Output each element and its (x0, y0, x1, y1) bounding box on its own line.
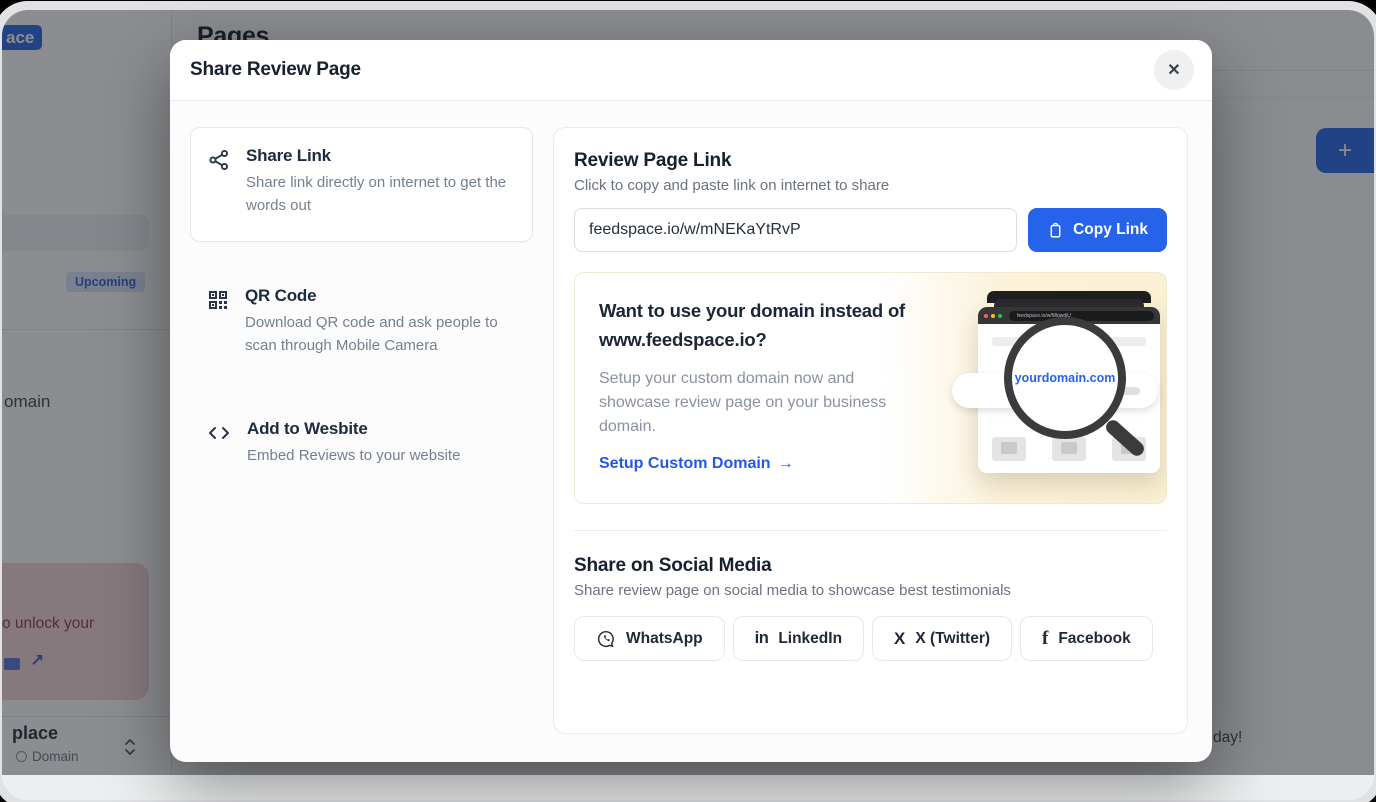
arrow-right-icon: → (778, 455, 794, 473)
setup-custom-domain-label: Setup Custom Domain (599, 455, 771, 473)
setup-custom-domain-link[interactable]: Setup Custom Domain → (599, 455, 794, 473)
modal-title: Share Review Page (190, 59, 361, 81)
share-linkedin-button[interactable]: in LinkedIn (733, 616, 864, 661)
code-icon (206, 419, 232, 468)
share-x-twitter-button[interactable]: X X (Twitter) (872, 616, 1012, 661)
x-twitter-icon: X (894, 629, 905, 649)
yourdomain-label: yourdomain.com (1015, 371, 1116, 385)
share-options-list: Share Link Share link directly on intern… (190, 127, 533, 734)
option-description: Download QR code and ask people to scan … (245, 312, 517, 357)
close-button[interactable]: ✕ (1154, 50, 1194, 90)
option-title: Share Link (246, 146, 516, 166)
magnifier-icon: yourdomain.com (1004, 317, 1126, 439)
option-qr-code[interactable]: QR Code Download QR code and ask people … (190, 268, 533, 375)
social-button-label: X (Twitter) (915, 630, 990, 648)
modal-body: Share Link Share link directly on intern… (170, 101, 1212, 762)
social-button-label: Facebook (1058, 630, 1130, 648)
bottom-bar (2, 775, 1374, 800)
share-link-panel: Review Page Link Click to copy and paste… (553, 127, 1188, 734)
facebook-icon: f (1042, 628, 1048, 650)
option-description: Embed Reviews to your website (247, 445, 460, 468)
option-add-to-website[interactable]: Add to Wesbite Embed Reviews to your web… (190, 401, 533, 486)
screen: ace Upcoming omain o unlock your ↗ place… (0, 0, 1376, 802)
section-divider (574, 530, 1167, 531)
review-page-link-heading: Review Page Link (574, 150, 1167, 172)
review-page-link-subheading: Click to copy and paste link on internet… (574, 177, 1167, 194)
traffic-yellow-dot (991, 314, 995, 318)
custom-domain-title: Want to use your domain instead of www.f… (599, 297, 919, 354)
share-nodes-icon (207, 146, 231, 217)
clipboard-icon (1047, 222, 1064, 239)
custom-domain-illustration: feedspace.io/w/MlqwdjU (950, 273, 1166, 503)
copy-link-label: Copy Link (1073, 221, 1148, 239)
link-row: Copy Link (574, 208, 1167, 252)
custom-domain-text: Want to use your domain instead of www.f… (575, 273, 950, 503)
option-share-link[interactable]: Share Link Share link directly on intern… (190, 127, 533, 242)
social-button-label: WhatsApp (626, 630, 703, 648)
option-description: Share link directly on internet to get t… (246, 172, 516, 217)
share-review-page-modal: Share Review Page ✕ Share Link Share lin… (170, 40, 1212, 762)
custom-domain-card: Want to use your domain instead of www.f… (574, 272, 1167, 504)
social-heading: Share on Social Media (574, 555, 1167, 577)
custom-domain-description: Setup your custom domain now and showcas… (599, 367, 909, 439)
image-placeholder (1052, 437, 1086, 461)
image-placeholder (992, 437, 1026, 461)
whatsapp-icon (596, 629, 616, 649)
copy-link-button[interactable]: Copy Link (1028, 208, 1167, 252)
share-whatsapp-button[interactable]: WhatsApp (574, 616, 725, 661)
social-button-label: LinkedIn (778, 630, 842, 648)
review-link-input[interactable] (574, 208, 1017, 252)
social-subheading: Share review page on social media to sho… (574, 582, 1167, 599)
option-title: Add to Wesbite (247, 419, 460, 439)
share-facebook-button[interactable]: f Facebook (1020, 616, 1153, 661)
linkedin-icon: in (755, 629, 769, 648)
modal-header: Share Review Page ✕ (170, 40, 1212, 101)
social-buttons-row: WhatsApp in LinkedIn X X (Twitter) f Fac… (574, 616, 1167, 661)
qr-code-icon (206, 286, 230, 357)
traffic-green-dot (998, 314, 1002, 318)
traffic-red-dot (984, 314, 988, 318)
option-title: QR Code (245, 286, 517, 306)
